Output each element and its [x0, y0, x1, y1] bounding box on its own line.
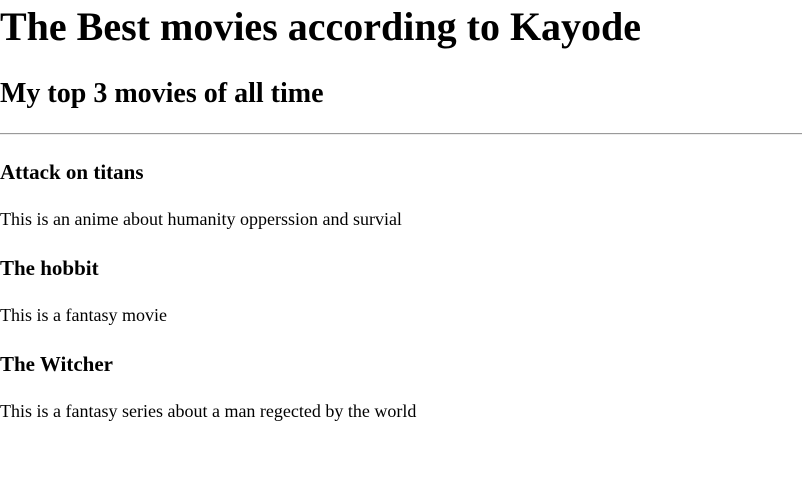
section-divider: [0, 133, 802, 135]
movie-title: The Witcher: [0, 352, 113, 376]
movie-title: The hobbit: [0, 256, 99, 280]
movie-title: Attack on titans: [0, 160, 144, 184]
page-subtitle: My top 3 movies of all time: [0, 78, 324, 109]
movie-item: Attack on titans This is an anime about …: [0, 160, 802, 230]
movie-item: The hobbit This is a fantasy movie: [0, 256, 802, 326]
page-title: The Best movies according to Kayode: [0, 4, 642, 49]
movie-item: The Witcher This is a fantasy series abo…: [0, 352, 802, 422]
movie-description: This is an anime about humanity opperssi…: [0, 209, 402, 229]
page-content: The Best movies according to Kayode My t…: [0, 0, 802, 422]
movie-description: This is a fantasy movie: [0, 305, 167, 325]
movie-description: This is a fantasy series about a man reg…: [0, 401, 417, 421]
